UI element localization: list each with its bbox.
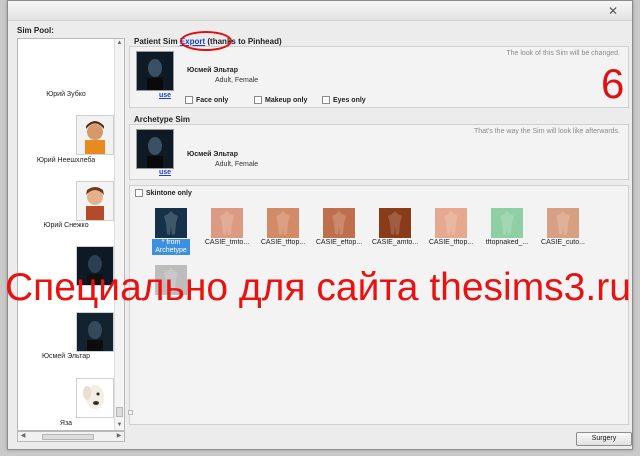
sim-portrait[interactable] — [76, 312, 114, 352]
sim-pool-vertical-scrollbar[interactable]: ▲ ▼ — [114, 39, 124, 430]
pool-item-name[interactable]: Юрий Снежко — [18, 222, 114, 229]
watermark-text: Специально для сайта thesims3.ru — [5, 266, 631, 309]
skintone-label[interactable]: CASIE_tftop... — [257, 239, 309, 246]
skintone-only-checkbox[interactable]: Skintone only — [135, 189, 192, 197]
body-texture-icon — [220, 211, 234, 235]
patient-use-link[interactable]: use — [159, 92, 171, 99]
body-texture-icon — [276, 211, 290, 235]
scroll-left-icon[interactable]: ◀ — [18, 432, 28, 441]
checkbox-box[interactable] — [322, 96, 330, 104]
sim-dark-portrait-icon — [137, 52, 173, 90]
patient-name: Юсмей Эльтар — [187, 67, 238, 74]
sim-portrait[interactable] — [76, 181, 114, 221]
patient-hint: The look of this Sim will be changed. — [506, 50, 620, 57]
pool-item-name[interactable]: Юрий Неешхлеба — [18, 157, 114, 164]
title-bar: ✕ — [8, 1, 632, 21]
sim-pool-list[interactable]: Юрий Зубко Юрий Неешхлеба Юрий Снежко Юс… — [17, 38, 125, 431]
checkbox-label: Skintone only — [146, 189, 192, 197]
eyes-only-checkbox[interactable]: Eyes only — [322, 96, 366, 104]
archetype-hint: That's the way the Sim will look like af… — [473, 128, 620, 135]
archetype-use-link[interactable]: use — [159, 169, 171, 176]
skintone-label[interactable]: CASIE_eftop... — [313, 239, 365, 246]
checkbox-label: Eyes only — [333, 96, 366, 104]
patient-title-prefix: Patient Sim — [134, 37, 178, 46]
skintone-label[interactable]: CASIE_tmto... — [201, 239, 253, 246]
skintone-swatch[interactable] — [155, 208, 187, 238]
step-number: 6 — [601, 60, 625, 107]
archetype-sim-title: Archetype Sim — [134, 115, 191, 124]
makeup-only-checkbox[interactable]: Makeup only — [254, 96, 307, 104]
archetype-portrait — [136, 129, 174, 169]
sim-portrait[interactable] — [76, 378, 114, 418]
skintone-label[interactable]: tftopnaked_... — [481, 239, 533, 246]
surgery-window: ✕ Sim Pool: Юрий Зубко Юрий Неешхлеба Юр… — [7, 0, 633, 450]
body-texture-icon — [332, 211, 346, 235]
body-texture-icon — [388, 211, 402, 235]
body-texture-icon — [164, 211, 178, 235]
skintone-swatch[interactable] — [547, 208, 579, 238]
pool-item-name[interactable]: Юрий Зубко — [18, 91, 114, 98]
body-texture-icon — [556, 211, 570, 235]
close-icon[interactable]: ✕ — [606, 4, 620, 18]
scroll-up-icon[interactable]: ▲ — [115, 39, 124, 48]
sim-dark-portrait-icon — [77, 313, 113, 351]
face-only-checkbox[interactable]: Face only — [185, 96, 228, 104]
skintone-label[interactable]: CASIE_cuto... — [537, 239, 589, 246]
checkbox-box[interactable] — [135, 189, 143, 197]
body-texture-icon — [500, 211, 514, 235]
archetype-desc: Adult, Female — [215, 161, 259, 168]
patient-desc: Adult, Female — [215, 77, 259, 84]
pool-item-name[interactable]: Яза — [18, 420, 114, 427]
skintone-label[interactable]: * from Archetype — [152, 239, 190, 255]
surgery-button[interactable]: Surgery — [576, 432, 632, 446]
archetype-name: Юсмей Эльтар — [187, 151, 238, 158]
skintone-swatch[interactable] — [491, 208, 523, 238]
checkbox-label: Makeup only — [265, 96, 308, 104]
sim-dark-portrait-icon — [137, 130, 173, 168]
export-highlight-oval — [180, 31, 232, 51]
sim-pool-horizontal-scrollbar[interactable]: ◀ ▶ — [17, 431, 125, 442]
sim-portrait[interactable] — [76, 115, 114, 155]
patient-portrait — [136, 51, 174, 91]
scroll-down-icon[interactable]: ▼ — [115, 421, 124, 430]
skintone-label[interactable]: CASIE_amto... — [369, 239, 421, 246]
checkbox-box[interactable] — [185, 96, 193, 104]
resize-grip[interactable] — [128, 410, 133, 415]
archetype-sim-panel: That's the way the Sim will look like af… — [129, 124, 629, 180]
skintone-swatch[interactable] — [323, 208, 355, 238]
skintone-label[interactable]: CASIE_tftop... — [425, 239, 477, 246]
skintone-swatch[interactable] — [379, 208, 411, 238]
checkbox-label: Face only — [196, 96, 229, 104]
sim-pool-label: Sim Pool: — [17, 26, 54, 35]
pool-item-name[interactable]: Юсмей Эльтар — [18, 353, 114, 360]
patient-sim-panel: The look of this Sim will be changed. us… — [129, 46, 629, 108]
scroll-right-icon[interactable]: ▶ — [114, 432, 124, 441]
body-texture-icon — [444, 211, 458, 235]
skintone-swatch[interactable] — [435, 208, 467, 238]
dog-portrait-icon — [77, 379, 113, 417]
checkbox-box[interactable] — [254, 96, 262, 104]
skintone-swatch[interactable] — [211, 208, 243, 238]
scroll-thumb[interactable] — [116, 407, 123, 417]
sim-orange-portrait-icon — [77, 116, 113, 154]
scroll-thumb[interactable] — [42, 434, 94, 440]
skintone-swatch[interactable] — [267, 208, 299, 238]
sim-brown-portrait-icon — [77, 182, 113, 220]
